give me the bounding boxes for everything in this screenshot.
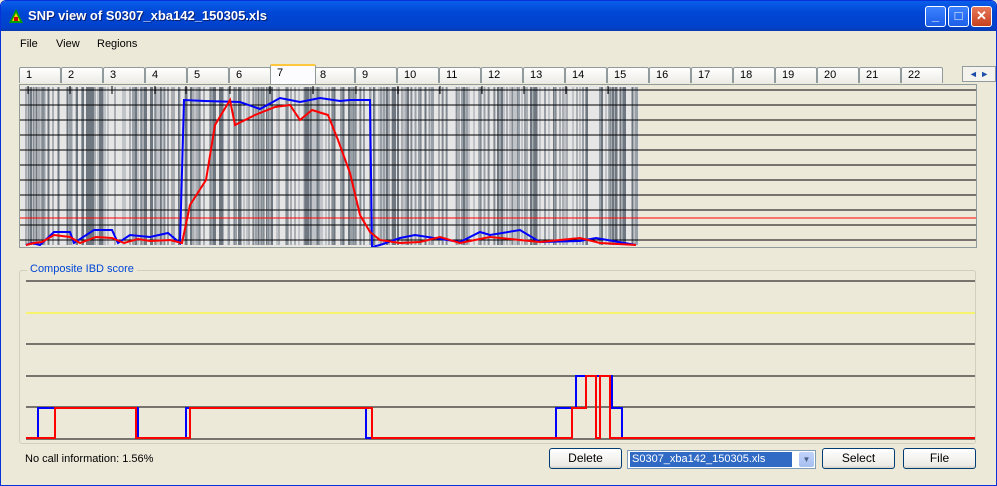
tab-chromosome-17[interactable]: 17 <box>691 67 733 83</box>
tab-chromosome-2[interactable]: 2 <box>61 67 103 83</box>
nocall-info: No call information: 1.56% <box>25 453 154 465</box>
chromosome-tabs: 22 21 20 19 18 17 16 15 14 13 12 11 10 9 8 7 6 5 4 3 2 1 ◄ ► <box>19 64 996 84</box>
snp-plot <box>20 86 976 247</box>
tab-scroll-buttons[interactable]: ◄ ► <box>962 66 996 82</box>
tab-scroll-arrows-icon: ◄ ► <box>968 69 990 79</box>
tab-chromosome-8[interactable]: 8 <box>313 67 355 83</box>
composite-ibd-panel <box>19 270 976 444</box>
maximize-icon: □ <box>954 8 963 23</box>
menu-regions[interactable]: Regions <box>97 38 137 50</box>
tab-chromosome-21[interactable]: 21 <box>859 67 901 83</box>
snp-plot-area <box>21 86 639 246</box>
tab-chromosome-19[interactable]: 19 <box>775 67 817 83</box>
tab-chromosome-12[interactable]: 12 <box>481 67 523 83</box>
tab-chromosome-4[interactable]: 4 <box>145 67 187 83</box>
tab-chromosome-15[interactable]: 15 <box>607 67 649 83</box>
chevron-down-icon[interactable]: ▼ <box>799 452 814 467</box>
tab-chromosome-1[interactable]: 1 <box>19 67 61 83</box>
tab-chromosome-22[interactable]: 22 <box>901 67 943 83</box>
snp-chromosome-view[interactable] <box>19 84 977 248</box>
tab-chromosome-5[interactable]: 5 <box>187 67 229 83</box>
minimize-button[interactable]: _ <box>925 6 946 27</box>
menu-view[interactable]: View <box>56 38 80 50</box>
file-select[interactable]: S0307_xba142_150305.xls ▼ <box>627 450 816 469</box>
tab-chromosome-11[interactable]: 11 <box>439 67 481 83</box>
tab-chromosome-9[interactable]: 9 <box>355 67 397 83</box>
minimize-icon: _ <box>931 8 940 23</box>
tab-chromosome-10[interactable]: 10 <box>397 67 439 83</box>
close-button[interactable]: ✕ <box>971 6 992 27</box>
tab-chromosome-13[interactable]: 13 <box>523 67 565 83</box>
app-icon <box>9 9 23 23</box>
menu-file[interactable]: File <box>20 38 38 50</box>
tab-chromosome-18[interactable]: 18 <box>733 67 775 83</box>
ibd-plot <box>26 280 975 440</box>
maximize-button[interactable]: □ <box>948 6 969 27</box>
window-title: SNP view of S0307_xba142_150305.xls <box>28 8 267 23</box>
tab-chromosome-14[interactable]: 14 <box>565 67 607 83</box>
ibd-panel-legend: Composite IBD score <box>27 263 137 275</box>
app-window: SNP view of S0307_xba142_150305.xls _ □ … <box>0 0 997 486</box>
file-button[interactable]: File <box>903 448 976 469</box>
delete-button[interactable]: Delete <box>549 448 622 469</box>
select-button[interactable]: Select <box>822 448 895 469</box>
file-select-value: S0307_xba142_150305.xls <box>630 452 792 467</box>
tab-chromosome-7[interactable]: 7 <box>270 64 316 84</box>
tab-chromosome-3[interactable]: 3 <box>103 67 145 83</box>
tab-chromosome-16[interactable]: 16 <box>649 67 691 83</box>
tab-chromosome-20[interactable]: 20 <box>817 67 859 83</box>
tab-chromosome-6[interactable]: 6 <box>229 67 271 83</box>
menu-bar: File View Regions <box>1 32 996 57</box>
title-bar[interactable]: SNP view of S0307_xba142_150305.xls _ □ … <box>1 1 996 31</box>
close-icon: ✕ <box>976 8 987 23</box>
